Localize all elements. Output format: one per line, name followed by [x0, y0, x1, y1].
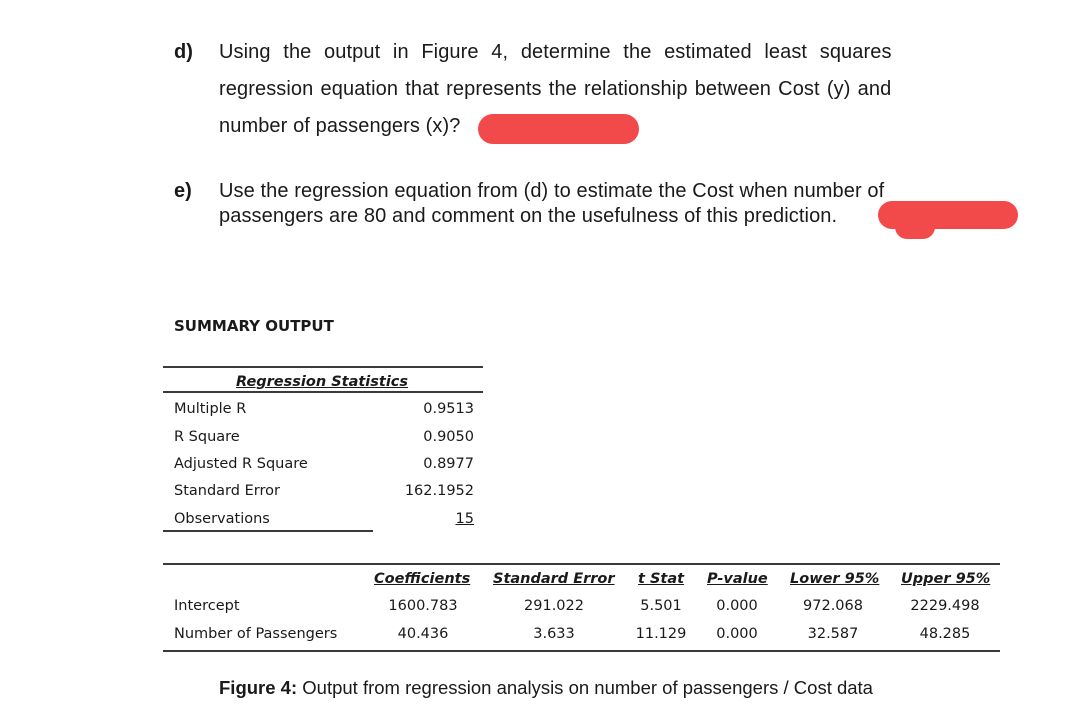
question-e-line-1: Use the regression equation from (d) to … — [219, 180, 885, 202]
question-d-line-1: Using the output in Figure 4, determine … — [219, 41, 892, 63]
cell-passengers-upper-95: 48.285 — [919, 626, 971, 642]
question-d-label: d) — [174, 41, 193, 63]
question-d-line-3: number of passengers (x)? — [219, 115, 461, 137]
coef-table-bottom-border — [163, 650, 1000, 652]
header-lower-95: Lower 95% — [790, 571, 879, 587]
cell-intercept-t-stat: 5.501 — [640, 598, 682, 614]
row-label-intercept: Intercept — [174, 598, 240, 614]
header-p-value: P-value — [707, 571, 768, 587]
header-text: P-value — [707, 571, 768, 587]
cell-intercept-standard-error: 291.022 — [524, 598, 584, 614]
coef-table-top-border — [163, 563, 1000, 565]
cell-intercept-p-value: 0.000 — [716, 598, 758, 614]
figure-caption-text: Output from regression analysis on numbe… — [297, 677, 873, 698]
header-text: t Stat — [638, 571, 685, 587]
stat-label-r-square: R Square — [174, 429, 240, 445]
regression-statistics-heading: Regression Statistics — [236, 374, 409, 390]
table-top-border — [163, 366, 483, 368]
figure-caption: Figure 4: Output from regression analysi… — [219, 677, 873, 699]
header-standard-error: Standard Error — [493, 571, 615, 587]
header-coefficients: Coefficients — [374, 571, 470, 587]
header-t-stat: t Stat — [638, 571, 684, 587]
cell-intercept-coefficient: 1600.783 — [388, 598, 458, 614]
stat-value-observations: 15 — [455, 511, 474, 527]
row-label-number-of-passengers: Number of Passengers — [174, 626, 338, 642]
header-upper-95: Upper 95% — [901, 571, 990, 587]
stat-label-observations: Observations — [174, 511, 270, 527]
header-text: Standard Error — [493, 571, 615, 587]
header-text: Upper 95% — [901, 571, 991, 587]
cell-passengers-lower-95: 32.587 — [807, 626, 859, 642]
header-text: Lower 95% — [790, 571, 880, 587]
stat-label-multiple-r: Multiple R — [174, 401, 247, 417]
stat-label-adjusted-r-square: Adjusted R Square — [174, 456, 308, 472]
table-bottom-border — [163, 530, 373, 532]
cell-passengers-standard-error: 3.633 — [533, 626, 575, 642]
question-d-line-2: regression equation that represents the … — [219, 78, 892, 100]
figure-caption-prefix: Figure 4: — [219, 677, 298, 698]
stat-value-standard-error: 162.1952 — [404, 483, 474, 499]
coef-header-spacer — [163, 590, 1000, 591]
question-e-line-2: passengers are 80 and comment on the use… — [219, 205, 838, 227]
cell-intercept-lower-95: 972.068 — [803, 598, 863, 614]
summary-output-title: SUMMARY OUTPUT — [174, 317, 334, 335]
stat-value-r-square: 0.9050 — [423, 429, 474, 445]
cell-passengers-p-value: 0.000 — [716, 626, 758, 642]
cell-passengers-t-stat: 11.129 — [635, 626, 687, 642]
question-e-label: e) — [174, 180, 192, 202]
stat-value-adjusted-r-square: 0.8977 — [423, 456, 474, 472]
stat-label-standard-error: Standard Error — [174, 483, 280, 499]
redaction-mark — [478, 114, 639, 144]
cell-passengers-coefficient: 40.436 — [397, 626, 449, 642]
header-text: Coefficients — [374, 571, 471, 587]
cell-intercept-upper-95: 2229.498 — [910, 598, 980, 614]
stat-value-multiple-r: 0.9513 — [423, 401, 474, 417]
redaction-mark — [895, 215, 935, 239]
table-header-border — [163, 391, 483, 393]
